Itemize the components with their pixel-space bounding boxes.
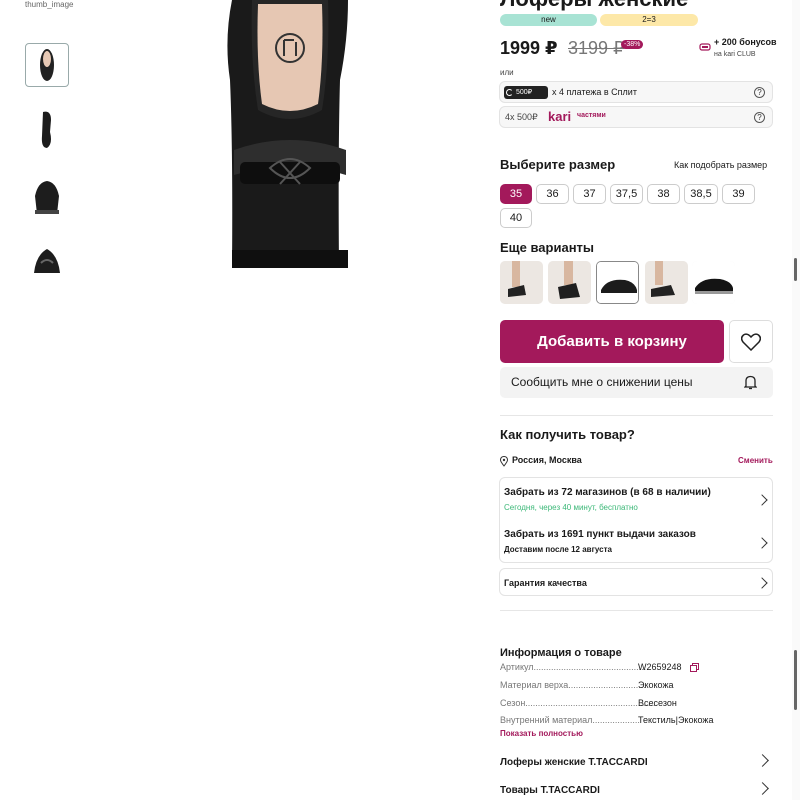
variant-thumbnail[interactable] [645, 261, 688, 304]
thumbnail-sole-view[interactable] [25, 108, 69, 152]
pickup-point-title: Забрать из 1691 пункт выдачи заказов [504, 529, 696, 540]
pickup-store-eta: Сегодня, через 40 минут, бесплатно [504, 503, 638, 512]
pickup-point-eta: Доставим после 12 августа [504, 545, 612, 554]
discount-badge: -38% [621, 40, 644, 49]
bonus-coins-icon [699, 39, 711, 57]
old-price: 3199 ₽ [568, 38, 625, 58]
add-to-cart-button[interactable]: Добавить в корзину [500, 320, 724, 363]
scrollbar-thumb-secondary[interactable] [794, 650, 797, 710]
price-alert-button[interactable]: Сообщить мне о снижении цены [500, 367, 773, 398]
variant-thumbnail[interactable] [548, 261, 591, 304]
kari-logo: kari [548, 109, 572, 124]
or-label: или [500, 68, 514, 77]
size-option[interactable]: 36 [536, 184, 569, 204]
divider [500, 415, 773, 416]
chevron-right-icon [756, 494, 768, 506]
pickup-store-option[interactable]: Забрать из 72 магазинов (в 68 в наличии)… [500, 478, 772, 520]
size-option[interactable]: 38,5 [684, 184, 718, 204]
copy-icon[interactable] [690, 663, 699, 672]
size-guide-link[interactable]: Как подобрать размер [674, 160, 767, 170]
brand-goods-link[interactable]: Товары T.TACCARDI [500, 780, 773, 796]
location-pin-icon [500, 456, 508, 467]
info-key: Материал верха..........................… [500, 680, 646, 690]
info-row-upper-material: Материал верха..........................… [500, 680, 773, 690]
variant-thumbnail[interactable] [692, 261, 735, 304]
brand-loafers-link[interactable]: Лоферы женские T.TACCARDI [500, 752, 773, 768]
divider [500, 610, 773, 611]
chevron-right-icon [756, 577, 768, 589]
delivery-title: Как получить товар? [500, 427, 635, 442]
brand-loafers-label: Лоферы женские T.TACCARDI [500, 757, 648, 768]
thumbnail-top-view[interactable] [25, 43, 69, 87]
split-logo-icon [506, 89, 513, 96]
favorite-button[interactable] [729, 320, 773, 363]
chevron-right-icon [756, 782, 769, 795]
kari-parts-row[interactable]: 4x 500₽ kari частями ? [499, 106, 773, 128]
info-value: W2659248 [638, 662, 682, 672]
chevron-right-icon [756, 754, 769, 767]
current-price: 1999 ₽ [500, 38, 558, 58]
info-key: Внутренний материал................... [500, 715, 640, 725]
size-section-title: Выберите размер [500, 157, 616, 172]
scrollbar-thumb[interactable] [794, 258, 797, 281]
info-value: Текстиль|Экокожа [638, 715, 714, 725]
show-all-link[interactable]: Показать полностью [500, 729, 583, 738]
variant-thumbnail[interactable] [500, 261, 543, 304]
bell-icon [744, 375, 757, 390]
info-value: Экокожа [638, 680, 674, 690]
parts-label: частями [577, 112, 606, 119]
size-option[interactable]: 39 [722, 184, 755, 204]
product-page: { "product":{"title":"Лоферы женские","t… [0, 0, 800, 800]
pickup-point-option[interactable]: Забрать из 1691 пункт выдачи заказов Дос… [500, 521, 772, 563]
promo-badge: 2=3 [600, 14, 698, 26]
size-option[interactable]: 37 [573, 184, 606, 204]
broken-thumb-image: thumb_image [25, 0, 74, 9]
help-icon[interactable]: ? [754, 87, 765, 98]
split-payment-row[interactable]: 500₽ x 4 платежа в Сплит ? [499, 81, 773, 103]
brand-goods-label: Товары T.TACCARDI [500, 785, 600, 796]
size-option[interactable]: 38 [647, 184, 680, 204]
main-product-image [210, 0, 370, 268]
help-icon[interactable]: ? [754, 112, 765, 123]
parts-amount: 4x 500₽ [505, 112, 538, 122]
size-option[interactable]: 40 [500, 208, 532, 228]
variant-thumbnail-selected[interactable] [596, 261, 639, 304]
info-row-lining: Внутренний материал................... Т… [500, 715, 773, 725]
info-row-article: Артикул.................................… [500, 662, 773, 672]
info-key: Артикул.................................… [500, 662, 649, 672]
product-info-title: Информация о товаре [500, 647, 622, 659]
bonus-program-label: на kari CLUB [714, 51, 756, 58]
city-label: Россия, Москва [512, 455, 582, 465]
new-badge: new [500, 14, 597, 26]
size-option[interactable]: 35 [500, 184, 532, 204]
quality-guarantee-row[interactable]: Гарантия качества [499, 568, 773, 596]
info-key: Сезон...................................… [500, 698, 656, 708]
size-option[interactable]: 37,5 [610, 184, 643, 204]
info-value: Всесезон [638, 698, 677, 708]
price-alert-label: Сообщить мне о снижении цены [511, 375, 693, 389]
pickup-store-title: Забрать из 72 магазинов (в 68 в наличии) [504, 487, 711, 498]
change-city-link[interactable]: Сменить [738, 456, 773, 465]
bonus-amount: + 200 бонусов [714, 37, 777, 47]
product-title: Лоферы женские [500, 0, 688, 12]
thumbnail-detail-view[interactable] [25, 236, 69, 280]
delivery-options-card: Забрать из 72 магазинов (в 68 в наличии)… [499, 477, 773, 563]
thumbnail-front-view[interactable] [25, 175, 69, 219]
quality-guarantee-label: Гарантия качества [504, 578, 587, 588]
variants-title: Еще варианты [500, 240, 595, 255]
heart-icon [741, 332, 761, 351]
thumbnail-list: thumb_image [25, 0, 74, 273]
info-row-season: Сезон...................................… [500, 698, 773, 708]
split-payment-text: x 4 платежа в Сплит [552, 87, 637, 97]
chevron-right-icon [756, 537, 768, 549]
